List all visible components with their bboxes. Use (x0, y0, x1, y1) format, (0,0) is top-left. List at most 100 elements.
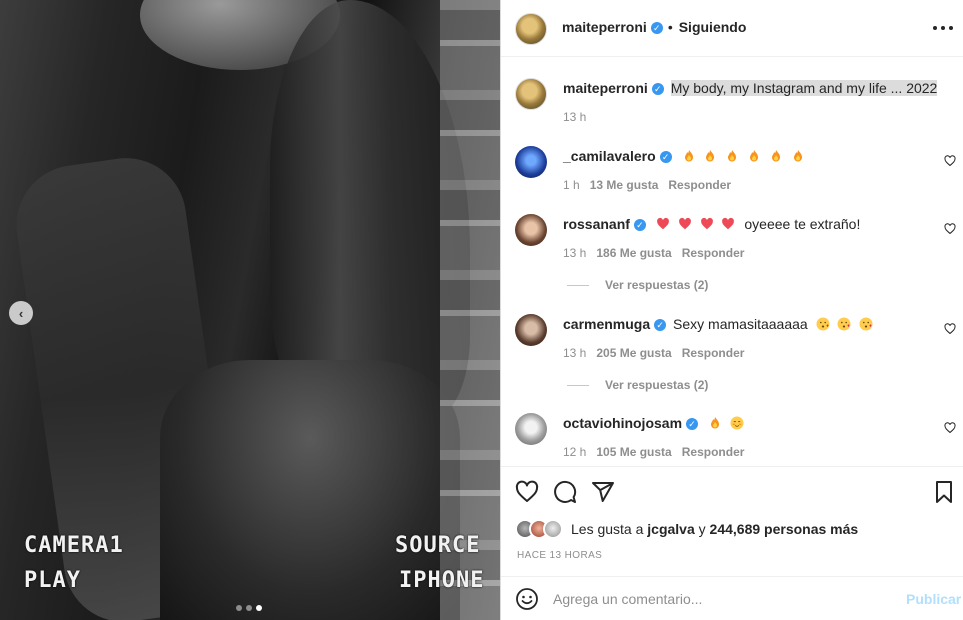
fire-emoji-icon (772, 150, 781, 162)
comment-time: 1 h (563, 178, 580, 192)
carousel-dot-active (256, 605, 262, 611)
vhs-overlay-camera: CAMERA1 (24, 533, 124, 558)
verified-badge-icon: ✓ (654, 319, 667, 331)
kiss-emoji-icon (859, 317, 873, 331)
vhs-overlay-play: PLAY (24, 568, 81, 593)
comment-likes-link[interactable]: 186 Me gusta (596, 246, 671, 260)
post-timestamp[interactable]: HACE 13 HORAS (517, 550, 602, 561)
carousel-prev-button[interactable]: ‹ (9, 301, 33, 325)
fire-emoji-icon (710, 417, 719, 429)
comment-likes-link[interactable]: 205 Me gusta (596, 346, 671, 360)
comment-username[interactable]: octaviohinojosam (563, 415, 682, 431)
likes-prefix: Les gusta a (571, 521, 644, 537)
red-heart-emoji-icon (678, 217, 691, 230)
likes-user-link[interactable]: jcgalva (647, 521, 694, 537)
comment-avatar[interactable] (515, 413, 547, 445)
comment-username[interactable]: rossananf (563, 216, 630, 232)
vhs-overlay-source: SOURCE (395, 533, 481, 558)
carousel-dots (236, 605, 262, 611)
comment-reply-button[interactable]: Responder (668, 178, 731, 192)
fire-emoji-icon (706, 150, 715, 162)
header-text: maiteperroni ✓ • Siguiendo (562, 19, 746, 35)
comment-meta: 13 h 186 Me gusta Responder (563, 246, 744, 260)
comment-meta: 1 h 13 Me gusta Responder (563, 178, 731, 192)
author-username[interactable]: maiteperroni (562, 19, 647, 35)
comment-time: 13 h (563, 246, 587, 260)
fire-emoji-icon (728, 150, 737, 162)
caption-text: My body, my Instagram and my life ... 20… (670, 80, 938, 96)
comment-like-heart-icon[interactable] (944, 223, 956, 235)
comment-like-heart-icon[interactable] (944, 155, 956, 167)
comment-reply-button[interactable]: Responder (682, 346, 745, 360)
photo-background-stripes (440, 0, 500, 620)
comment-time: 12 h (563, 445, 587, 459)
comment-avatar[interactable] (515, 214, 547, 246)
comment-composer: Publicar (501, 576, 963, 620)
caption-time: 13 h (563, 110, 587, 124)
comment-avatar[interactable] (515, 146, 547, 178)
comment-emoji-group (706, 415, 746, 431)
comment-likes-link[interactable]: 13 Me gusta (590, 178, 659, 192)
chevron-left-icon: ‹ (18, 305, 24, 321)
header-separator: • (667, 19, 673, 35)
following-button[interactable]: Siguiendo (679, 19, 747, 35)
verified-badge-icon: ✓ (651, 83, 664, 95)
fire-emoji-icon (793, 150, 802, 162)
caption-username[interactable]: maiteperroni (563, 80, 648, 96)
save-bookmark-icon[interactable] (932, 480, 956, 504)
verified-badge-icon: ✓ (686, 418, 699, 430)
share-send-icon[interactable] (591, 480, 615, 504)
verified-badge-icon: ✓ (650, 22, 663, 34)
comment-text: oyeeee te extraño! (744, 216, 861, 232)
caption-avatar[interactable] (515, 78, 547, 110)
emoji-smiley-icon[interactable] (515, 587, 539, 611)
comment-reply-button[interactable]: Responder (682, 445, 745, 459)
kiss-emoji-icon (816, 317, 830, 331)
likes-connector: y (698, 521, 706, 537)
vhs-overlay-iphone: IPHONE (399, 568, 485, 593)
liker-avatar (543, 519, 563, 539)
comment-emoji-group (814, 316, 876, 332)
comment-likes-link[interactable]: 105 Me gusta (596, 445, 671, 459)
comment-emoji-group (654, 216, 742, 232)
view-replies-button[interactable]: Ver respuestas (2) (567, 278, 708, 292)
view-replies-button[interactable]: Ver respuestas (2) (567, 378, 708, 392)
verified-badge-icon: ✓ (659, 151, 672, 163)
publish-button[interactable]: Publicar (906, 591, 961, 607)
comment-username[interactable]: _camilavalero (563, 148, 656, 164)
post-side-panel: maiteperroni ✓ • Siguiendo maiteperroni ✓ My… (500, 0, 963, 620)
kiss-emoji-icon (837, 317, 851, 331)
comment-username[interactable]: carmenmuga (563, 316, 650, 332)
verified-badge-icon: ✓ (633, 219, 646, 231)
post-header: maiteperroni ✓ • Siguiendo (501, 0, 963, 57)
red-heart-emoji-icon (656, 217, 669, 230)
comment-time: 13 h (563, 346, 587, 360)
comment-avatar[interactable] (515, 314, 547, 346)
likes-summary: Les gusta a jcgalva y 244,689 personas m… (515, 519, 858, 539)
comment-like-heart-icon[interactable] (944, 422, 956, 434)
likers-avatar-stack (515, 519, 567, 539)
post-media[interactable]: CAMERA1 PLAY SOURCE IPHONE ‹ (0, 0, 500, 620)
replies-divider (567, 384, 589, 386)
red-heart-emoji-icon (722, 217, 735, 230)
comment-input[interactable] (553, 589, 883, 609)
red-heart-emoji-icon (700, 217, 713, 230)
post-actions: Les gusta a jcgalva y 244,689 personas m… (501, 466, 963, 576)
comment-meta: 12 h 105 Me gusta Responder (563, 445, 744, 459)
replies-divider (567, 284, 589, 286)
comment-like-heart-icon[interactable] (944, 323, 956, 335)
carousel-dot (246, 605, 252, 611)
comments-list[interactable]: maiteperroni ✓ My body, my Instagram and … (501, 58, 963, 466)
view-replies-label: Ver respuestas (2) (605, 378, 709, 392)
comment-reply-button[interactable]: Responder (682, 246, 745, 260)
view-replies-label: Ver respuestas (2) (605, 278, 709, 292)
comment-meta: 13 h 205 Me gusta Responder (563, 346, 744, 360)
carousel-dot (236, 605, 242, 611)
comment-bubble-icon[interactable] (553, 480, 577, 504)
more-options-icon[interactable] (933, 18, 953, 38)
author-avatar[interactable] (515, 13, 547, 45)
fire-emoji-icon (684, 150, 693, 162)
like-heart-icon[interactable] (515, 480, 539, 504)
blush-emoji-icon (730, 416, 744, 430)
likes-count-link[interactable]: 244,689 personas más (710, 521, 859, 537)
